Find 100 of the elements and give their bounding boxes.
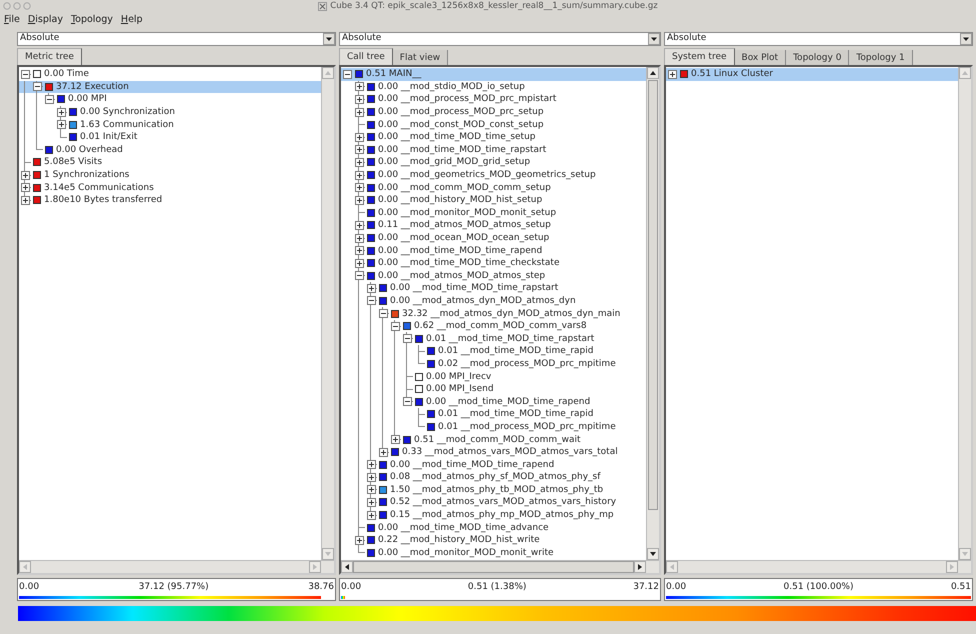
tab[interactable]: Call tree	[339, 48, 393, 65]
expand-icon[interactable]	[354, 536, 364, 545]
expand-icon[interactable]	[366, 460, 376, 470]
tree-row[interactable]: 0.00 MPI	[19, 93, 321, 106]
expand-icon[interactable]	[354, 234, 364, 243]
expand-icon[interactable]	[378, 448, 388, 457]
tree-row[interactable]: 0.00 __mod_monitor_MOD_monit_setup	[341, 206, 646, 220]
tree-row[interactable]: 37.12 Execution	[19, 80, 321, 94]
expand-icon[interactable]	[354, 258, 364, 268]
scroll-up-icon[interactable]	[647, 67, 659, 79]
expand-icon[interactable]	[354, 132, 364, 142]
expand-icon[interactable]	[354, 82, 364, 92]
tree-row[interactable]: 0.00 MPI_Isend	[341, 382, 646, 396]
mode-dropdown[interactable]: Absolute	[664, 32, 973, 46]
tree-row[interactable]: 0.00 __mod_time_MOD_time_rapstart	[341, 282, 646, 295]
tree-row[interactable]: 1.63 Communication	[19, 118, 321, 131]
tree-row[interactable]: 0.01 __mod_time_MOD_time_rapstart	[341, 332, 646, 346]
tree-row[interactable]: 0.01 Init/Exit	[19, 130, 321, 144]
expand-icon[interactable]	[354, 145, 364, 154]
tree-row[interactable]: 0.00 __mod_geometrics_MOD_geometrics_setup	[341, 168, 646, 182]
expand-icon[interactable]	[354, 170, 364, 180]
tree-row[interactable]: 0.51 MAIN__	[341, 68, 646, 81]
collapse-icon[interactable]	[32, 82, 42, 92]
tree-row[interactable]: 1.50 __mod_atmos_phy_tb_MOD_atmos_phy_tb	[341, 484, 646, 496]
tree-row[interactable]: 0.00 __mod_time_MOD_time_rapstart	[341, 144, 646, 156]
tree-row[interactable]: 0.01 __mod_time_MOD_time_rapid	[341, 408, 646, 421]
tree-row[interactable]: 0.01 __mod_time_MOD_time_rapid	[341, 345, 646, 358]
expand-icon[interactable]	[354, 94, 364, 104]
tree-row[interactable]: 0.08 __mod_atmos_phy_sf_MOD_atmos_phy_sf	[341, 471, 646, 484]
tree-row[interactable]: 0.51 __mod_comm_MOD_comm_wait	[341, 433, 646, 446]
tree-row[interactable]: 0.00 __mod_history_MOD_hist_setup	[341, 194, 646, 207]
collapse-icon[interactable]	[354, 271, 364, 280]
expand-icon[interactable]	[354, 183, 364, 192]
tree-row[interactable]: 0.00 __mod_const_MOD_const_setup	[341, 118, 646, 131]
tree-row[interactable]: 0.02 __mod_process_MOD_prc_mpitime	[341, 358, 646, 370]
expand-icon[interactable]	[390, 435, 400, 444]
scroll-left-icon[interactable]	[341, 561, 353, 573]
tree-row[interactable]: 32.32 __mod_atmos_dyn_MOD_atmos_dyn_main	[341, 307, 646, 320]
expand-icon[interactable]	[20, 183, 30, 192]
tree-row[interactable]: 0.22 __mod_history_MOD_hist_write	[341, 534, 646, 547]
tree-row[interactable]: 0.11 __mod_atmos_MOD_atmos_setup	[341, 219, 646, 232]
expand-icon[interactable]	[366, 485, 376, 494]
expand-icon[interactable]	[354, 220, 364, 230]
expand-icon[interactable]	[20, 170, 30, 180]
tree-row[interactable]: 0.00 __mod_time_MOD_time_setup	[341, 130, 646, 144]
menu-item[interactable]: File	[4, 14, 20, 26]
tree-row[interactable]: 1 Synchronizations	[19, 168, 321, 182]
tree-row[interactable]: 0.00 __mod_comm_MOD_comm_setup	[341, 181, 646, 194]
tree-row[interactable]: 0.52 __mod_atmos_vars_MOD_atmos_vars_history	[341, 496, 646, 509]
collapse-icon[interactable]	[402, 397, 412, 406]
expand-icon[interactable]	[668, 70, 676, 79]
tree-row[interactable]: 0.33 __mod_atmos_vars_MOD_atmos_vars_total	[341, 446, 646, 458]
expand-icon[interactable]	[366, 472, 376, 482]
tree-row[interactable]: 0.00 __mod_monitor_MOD_monit_write	[341, 546, 646, 560]
tree-row[interactable]: 1.80e10 Bytes transferred	[19, 194, 321, 207]
expand-icon[interactable]	[366, 498, 376, 507]
tree-row[interactable]: 0.01 __mod_process_MOD_prc_mpitime	[341, 420, 646, 434]
tab[interactable]: Topology 1	[849, 50, 913, 65]
tree-row[interactable]: 0.00 __mod_atmos_MOD_atmos_step	[341, 270, 646, 282]
tree-row[interactable]: 0.00 __mod_time_MOD_time_advance	[341, 521, 646, 534]
tree-row[interactable]: 0.00 __mod_atmos_dyn_MOD_atmos_dyn	[341, 294, 646, 308]
mode-dropdown[interactable]: Absolute	[17, 32, 336, 46]
tree-row[interactable]: 0.00 __mod_process_MOD_prc_setup	[341, 106, 646, 118]
expand-icon[interactable]	[20, 196, 30, 205]
tree-row[interactable]: 0.00 __mod_time_MOD_time_checkstate	[341, 256, 646, 270]
tree-row[interactable]: 0.00 __mod_stdio_MOD_io_setup	[341, 80, 646, 94]
tab[interactable]: System tree	[664, 48, 735, 65]
expand-icon[interactable]	[354, 196, 364, 205]
tree-row[interactable]: 0.00 __mod_time_MOD_time_rapend	[341, 458, 646, 471]
expand-icon[interactable]	[366, 284, 376, 293]
scroll-right-icon[interactable]	[634, 561, 646, 573]
tab[interactable]: Metric tree	[17, 48, 82, 65]
tree-row[interactable]: 5.08e5 Visits	[19, 156, 321, 169]
tree-row[interactable]: 0.15 __mod_atmos_phy_mp_MOD_atmos_phy_mp	[341, 508, 646, 522]
collapse-icon[interactable]	[342, 70, 352, 79]
expand-icon[interactable]	[354, 158, 364, 167]
tab[interactable]: Box Plot	[734, 50, 786, 65]
collapse-icon[interactable]	[366, 296, 376, 306]
collapse-icon[interactable]	[44, 94, 54, 104]
tree-row[interactable]: 0.00 __mod_process_MOD_prc_mpistart	[341, 93, 646, 106]
tree-row[interactable]: 0.00 __mod_grid_MOD_grid_setup	[341, 156, 646, 169]
tree-row[interactable]: 3.14e5 Communications	[19, 181, 321, 194]
mode-dropdown[interactable]: Absolute	[339, 32, 661, 46]
collapse-icon[interactable]	[390, 322, 400, 331]
tree-row[interactable]: 0.00 MPI_Irecv	[341, 370, 646, 383]
menu-item[interactable]: Display	[28, 14, 63, 26]
menu-item[interactable]: Help	[120, 14, 143, 26]
tab[interactable]: Flat view	[392, 50, 448, 65]
tab[interactable]: Topology 0	[786, 50, 850, 65]
expand-icon[interactable]	[354, 246, 364, 256]
tree-row[interactable]: 0.00 Synchronization	[19, 106, 321, 118]
expand-icon[interactable]	[354, 108, 364, 117]
tree-row[interactable]: 0.00 __mod_time_MOD_time_rapend	[341, 244, 646, 257]
scroll-down-icon[interactable]	[647, 548, 659, 560]
expand-icon[interactable]	[56, 120, 66, 130]
expand-icon[interactable]	[56, 108, 66, 117]
tree-row[interactable]: 0.51 Linux Cluster	[666, 68, 958, 81]
menu-item[interactable]: Topology	[70, 14, 113, 26]
tree-row[interactable]: 0.00 __mod_time_MOD_time_rapend	[341, 395, 646, 408]
collapse-icon[interactable]	[378, 309, 388, 318]
